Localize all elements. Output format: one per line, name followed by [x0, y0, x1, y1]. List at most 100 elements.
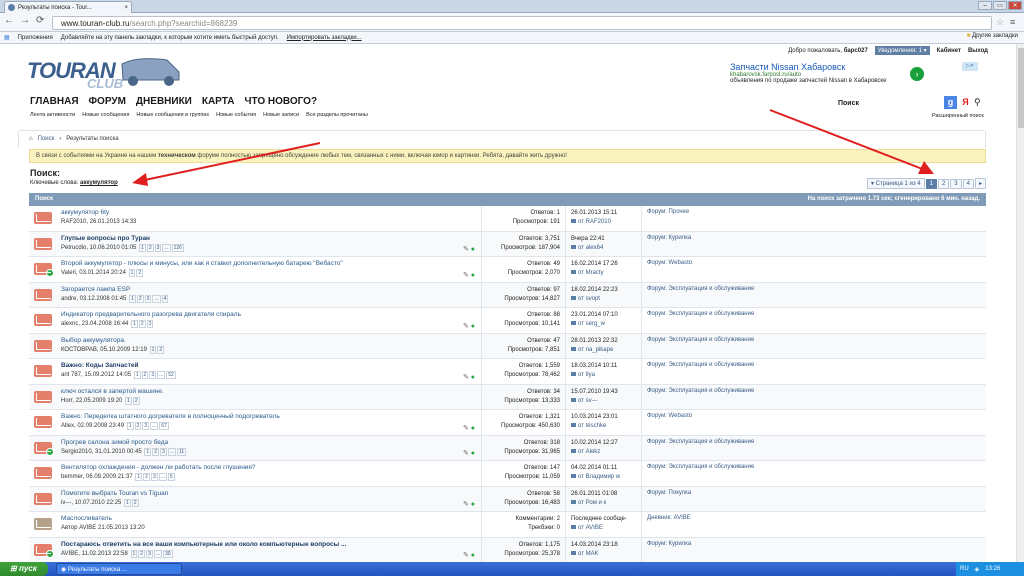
thread-page-link[interactable]: 126 [171, 243, 184, 252]
thread-page-link[interactable]: 2 [134, 422, 142, 430]
subnav-new-events[interactable]: Новые события [216, 112, 256, 118]
start-button[interactable]: ⊞ пуск [0, 562, 48, 576]
thread-author[interactable]: Valeri, 03.01.2014 20:24 [61, 270, 126, 276]
thread-page-link[interactable]: 3 [154, 243, 162, 252]
thread-author[interactable]: alexnc, 23.04.2008 16:44 [61, 321, 128, 327]
language-indicator[interactable]: RU [960, 566, 969, 572]
thread-page-link[interactable]: 2 [138, 320, 146, 328]
thread-page-link[interactable]: 3 [142, 422, 150, 430]
forum-link[interactable]: Форум: Эксплуатация и обслуживание [647, 464, 754, 470]
thread-page-link[interactable]: 1 [131, 320, 138, 328]
thread-page-link[interactable]: 2 [136, 294, 144, 303]
thread-author[interactable]: Petrucdio, 10.06.2010 01:05 [61, 245, 136, 251]
clock[interactable]: 13:26 [985, 566, 1000, 572]
forum-link[interactable]: Дневник: AVIBE [647, 515, 691, 521]
next-page-button[interactable]: ▸ [974, 178, 986, 189]
thread-page-link[interactable]: 2 [143, 473, 150, 481]
thread-title-link[interactable]: Индикатор предварительного разогрева дви… [61, 311, 461, 318]
username-link[interactable]: барс027 [844, 48, 868, 54]
thread-page-link[interactable]: 2 [146, 243, 154, 252]
back-icon[interactable]: ← [4, 15, 14, 26]
last-post-author[interactable]: от svopt [571, 295, 636, 304]
last-post-author[interactable]: от Mracty [571, 269, 636, 278]
breadcrumb-search[interactable]: Поиск [38, 136, 55, 143]
thread-page-link[interactable]: 3 [149, 371, 157, 379]
thread-author[interactable]: iv---, 10.07.2010 22:25 [61, 500, 121, 506]
last-post-author[interactable]: от serg_w [571, 320, 636, 329]
last-post-author[interactable]: от RAF2010 [571, 218, 636, 227]
star-icon[interactable]: ☆ [996, 17, 1004, 28]
nav-forum[interactable]: ФОРУМ [89, 96, 126, 107]
thread-title-link[interactable]: Постараюсь ответить на все ваши компьюте… [61, 541, 461, 548]
thread-title-link[interactable]: Глупые вопросы про Туран [61, 235, 461, 242]
subnav-mark-read[interactable]: Все разделы прочитаны [306, 112, 368, 118]
thread-author[interactable]: Allex, 02.09.2008 23:49 [61, 423, 124, 429]
thread-author[interactable]: RAF2010, 26.01.2013 14:33 [61, 219, 136, 225]
thread-page-link[interactable]: 1 [129, 294, 136, 303]
last-post-author[interactable]: от alex64 [571, 244, 636, 253]
thread-page-link[interactable]: 2 [131, 498, 139, 507]
forum-link[interactable]: Форум: Курилка [647, 541, 691, 547]
nav-diaries[interactable]: ДНЕВНИКИ [136, 96, 192, 107]
advanced-search-link[interactable]: Расширенный поиск [932, 113, 984, 119]
close-window-button[interactable]: ✕ [1008, 1, 1022, 10]
thread-title-link[interactable]: Выбор аккумулятора. [61, 337, 461, 344]
bookmarks-apps[interactable]: Приложения [18, 35, 53, 41]
thread-page-link[interactable]: ... [157, 371, 166, 379]
thread-page-link[interactable]: 1 [135, 473, 143, 481]
thread-page-link[interactable]: 30 [163, 549, 173, 558]
address-bar[interactable]: www.touran-club.ru/search.php?searchid=8… [52, 16, 992, 30]
page-3[interactable]: 3 [950, 178, 962, 189]
thread-author[interactable]: Horr, 22.05.2009 19:20 [61, 398, 122, 404]
taskbar-item-browser[interactable]: ◉ Результаты поиска ... [56, 563, 182, 575]
forum-link[interactable]: Форум: Эксплуатация и обслуживание [647, 439, 754, 445]
last-post-author[interactable]: от teschke [571, 422, 636, 431]
thread-page-link[interactable]: 4 [161, 294, 169, 303]
page-1[interactable]: 1 [925, 178, 937, 189]
forum-link[interactable]: Форум: Эксплуатация и обслуживание [647, 388, 754, 394]
forum-link[interactable]: Форум: Эксплуатация и обслуживание [647, 311, 754, 317]
thread-page-link[interactable]: ... [153, 549, 163, 558]
minimize-button[interactable]: – [978, 1, 992, 10]
apps-icon[interactable]: ▦ [4, 34, 10, 41]
ad-arrow-icon[interactable]: › [910, 67, 924, 81]
thread-title-link[interactable]: Прогрев салона зимой просто беда [61, 439, 461, 446]
subnav-activity[interactable]: Лента активности [30, 112, 75, 118]
thread-page-link[interactable]: 67 [159, 422, 169, 430]
thread-author[interactable]: bemmer, 06.09.2009 21:37 [61, 474, 133, 480]
menu-icon[interactable]: ≡ [1010, 17, 1015, 27]
last-post-author[interactable]: от na_pikape [571, 346, 636, 355]
ad-close-icon[interactable]: ▷✕ [962, 62, 978, 71]
thread-page-link[interactable]: 5 [167, 473, 175, 481]
home-icon[interactable]: ⌂ [29, 136, 33, 143]
thread-author[interactable]: AVIBE, 11.02.2013 22:58 [61, 551, 128, 557]
thread-page-link[interactable]: 2 [132, 396, 140, 405]
last-post-author[interactable]: от AVIBE [571, 524, 636, 533]
thread-page-link[interactable]: 3 [159, 447, 167, 456]
nav-map[interactable]: КАРТА [202, 96, 235, 107]
forum-link[interactable]: Форум: Эксплуатация и обслуживание [647, 337, 754, 343]
close-icon[interactable]: × [124, 5, 128, 11]
thread-page-link[interactable]: 1 [128, 269, 136, 277]
thread-author[interactable]: andre, 03.12.2008 01:45 [61, 296, 126, 302]
thread-title-link[interactable]: аккумулятор 6ty [61, 209, 461, 216]
browser-tab[interactable]: Результаты поиска - Tour... × [4, 1, 132, 13]
magnifier-icon[interactable]: ⚲ [974, 97, 981, 108]
ad-title[interactable]: Запчасти Nissan Хабаровск [730, 62, 930, 72]
scrollbar[interactable] [1016, 44, 1024, 562]
thread-page-link[interactable]: 3 [150, 473, 158, 481]
other-bookmarks[interactable]: ■ Другие закладки [967, 33, 1018, 39]
thread-author[interactable]: КОСТОВРАВ, 05.10.2009 12:19 [61, 347, 147, 353]
thread-page-link[interactable]: ... [150, 422, 159, 430]
thread-author[interactable]: Sergio2010, 31.01.2010 00:45 [61, 449, 142, 455]
maximize-button[interactable]: ▭ [993, 1, 1007, 10]
forum-link[interactable]: Форум: Webasto [647, 413, 692, 419]
subnav-new-posts[interactable]: Новые сообщения [82, 112, 129, 118]
site-logo[interactable]: TOURAN CLUB [27, 54, 187, 92]
thread-page-link[interactable]: ... [167, 447, 176, 456]
yandex-search-icon[interactable]: Я [960, 97, 971, 108]
thread-page-link[interactable]: 2 [136, 269, 144, 277]
google-search-icon[interactable]: g [944, 96, 957, 109]
thread-page-link[interactable]: 11 [176, 447, 187, 456]
thread-title-link[interactable]: ключ остался в запертой машине. [61, 388, 461, 395]
